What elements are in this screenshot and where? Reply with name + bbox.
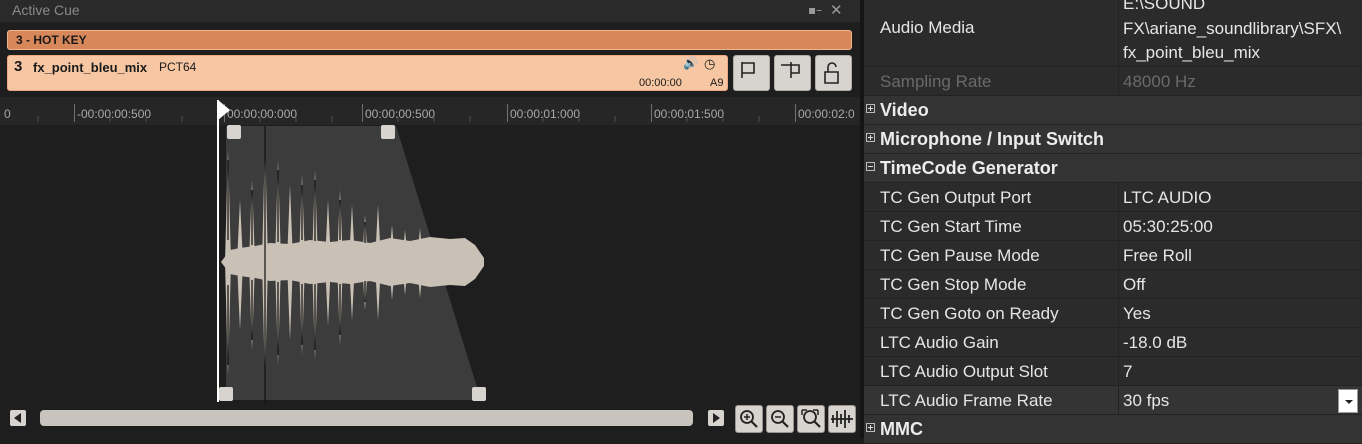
envelope-handle-top-left[interactable] bbox=[227, 125, 241, 139]
prop-value: 30 fps bbox=[1123, 391, 1170, 410]
prop-value-line: FX\ariane_soundlibrary\SFX\ bbox=[1123, 19, 1342, 38]
prop-value: LTC AUDIO bbox=[1123, 188, 1212, 207]
prop-row[interactable]: TC Gen Start Time 05:30:25:00 bbox=[864, 212, 1362, 241]
collapse-icon[interactable] bbox=[866, 162, 875, 171]
envelope-handle-bottom-left[interactable] bbox=[219, 387, 233, 401]
prop-row-selected[interactable]: LTC Audio Frame Rate 30 fps bbox=[864, 386, 1362, 415]
expand-icon[interactable] bbox=[866, 423, 875, 432]
prop-value: 48000 Hz bbox=[1123, 72, 1196, 91]
prop-key: TC Gen Stop Mode bbox=[880, 275, 1027, 294]
prop-row[interactable]: LTC Audio Gain -18.0 dB bbox=[864, 328, 1362, 357]
category-label: TimeCode Generator bbox=[880, 158, 1058, 178]
prop-row-sampling-rate: Sampling Rate 48000 Hz bbox=[864, 67, 1362, 96]
envelope-handle-top-right[interactable] bbox=[381, 125, 395, 139]
prop-row[interactable]: TC Gen Stop Mode Off bbox=[864, 270, 1362, 299]
category-video[interactable]: Video bbox=[864, 96, 1362, 125]
zoom-out-icon bbox=[771, 410, 789, 428]
prop-value-line: E:\SOUND bbox=[1123, 0, 1206, 13]
prop-row-audio-media[interactable]: Audio Media E:\SOUND FX\ariane_soundlibr… bbox=[864, 0, 1362, 67]
right-arrow-icon bbox=[713, 413, 720, 423]
zoom-in-icon bbox=[740, 410, 758, 428]
prop-value: Off bbox=[1123, 275, 1146, 294]
prop-key: TC Gen Output Port bbox=[880, 188, 1032, 207]
active-cue-panel: Active Cue ▪– ✕ 3 - HOT KEY 3 fx_point_b… bbox=[0, 0, 860, 438]
prop-value-line: fx_point_bleu_mix bbox=[1123, 43, 1261, 62]
prop-key: Audio Media bbox=[880, 18, 975, 37]
prop-value: 05:30:25:00 bbox=[1123, 217, 1213, 236]
left-arrow-icon bbox=[14, 413, 21, 423]
waveform-icon bbox=[831, 410, 853, 428]
prop-value: 7 bbox=[1123, 362, 1133, 381]
expand-icon[interactable] bbox=[866, 133, 875, 142]
expand-icon[interactable] bbox=[866, 104, 875, 113]
horizontal-scrollbar-thumb[interactable] bbox=[40, 410, 693, 426]
zoom-in-button[interactable] bbox=[735, 405, 763, 433]
scroll-left-button[interactable] bbox=[10, 410, 26, 426]
category-timecode[interactable]: TimeCode Generator bbox=[864, 154, 1362, 183]
prop-row[interactable]: TC Gen Output Port LTC AUDIO bbox=[864, 183, 1362, 212]
scroll-right-button[interactable] bbox=[708, 410, 724, 426]
category-mmc[interactable]: MMC bbox=[864, 415, 1362, 444]
prop-row[interactable]: LTC Audio Output Slot 7 bbox=[864, 357, 1362, 386]
category-label: Video bbox=[880, 100, 929, 120]
properties-panel: Audio Media E:\SOUND FX\ariane_soundlibr… bbox=[864, 0, 1362, 444]
prop-key: LTC Audio Gain bbox=[880, 333, 999, 352]
zoom-out-button[interactable] bbox=[766, 405, 794, 433]
zoom-fit-button[interactable] bbox=[797, 405, 825, 433]
prop-key: TC Gen Goto on Ready bbox=[880, 304, 1059, 323]
playhead-marker[interactable] bbox=[218, 100, 230, 120]
prop-key: LTC Audio Output Slot bbox=[880, 362, 1048, 381]
prop-value: Yes bbox=[1123, 304, 1151, 323]
category-label: Microphone / Input Switch bbox=[880, 129, 1104, 149]
waveform-toggle-button[interactable] bbox=[828, 405, 856, 433]
category-microphone[interactable]: Microphone / Input Switch bbox=[864, 125, 1362, 154]
prop-value: -18.0 dB bbox=[1123, 333, 1188, 352]
envelope-handle-bottom-right[interactable] bbox=[472, 387, 486, 401]
category-label: MMC bbox=[880, 419, 923, 439]
zoom-fit-icon bbox=[801, 409, 821, 428]
dropdown-arrow-icon[interactable] bbox=[1338, 389, 1358, 413]
prop-row[interactable]: TC Gen Pause Mode Free Roll bbox=[864, 241, 1362, 270]
prop-row[interactable]: TC Gen Goto on Ready Yes bbox=[864, 299, 1362, 328]
prop-key: LTC Audio Frame Rate bbox=[880, 391, 1053, 410]
waveform-view[interactable] bbox=[0, 0, 860, 405]
prop-key: TC Gen Pause Mode bbox=[880, 246, 1040, 265]
prop-key: Sampling Rate bbox=[880, 72, 992, 91]
prop-key: TC Gen Start Time bbox=[880, 217, 1022, 236]
prop-value: Free Roll bbox=[1123, 246, 1192, 265]
